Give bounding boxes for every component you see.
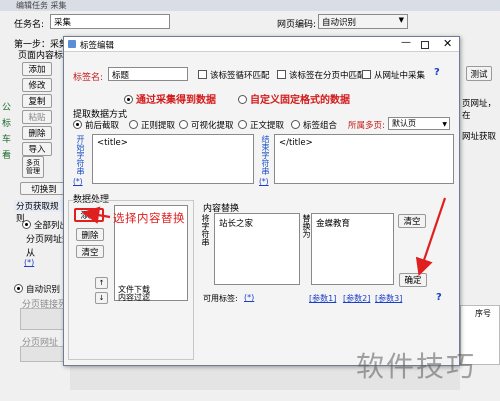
watermark: 软件技巧	[356, 350, 477, 383]
annotation-arrow-left	[81, 206, 111, 224]
annotation-arrows	[81, 197, 447, 277]
annotation-arrow-right	[415, 197, 447, 277]
